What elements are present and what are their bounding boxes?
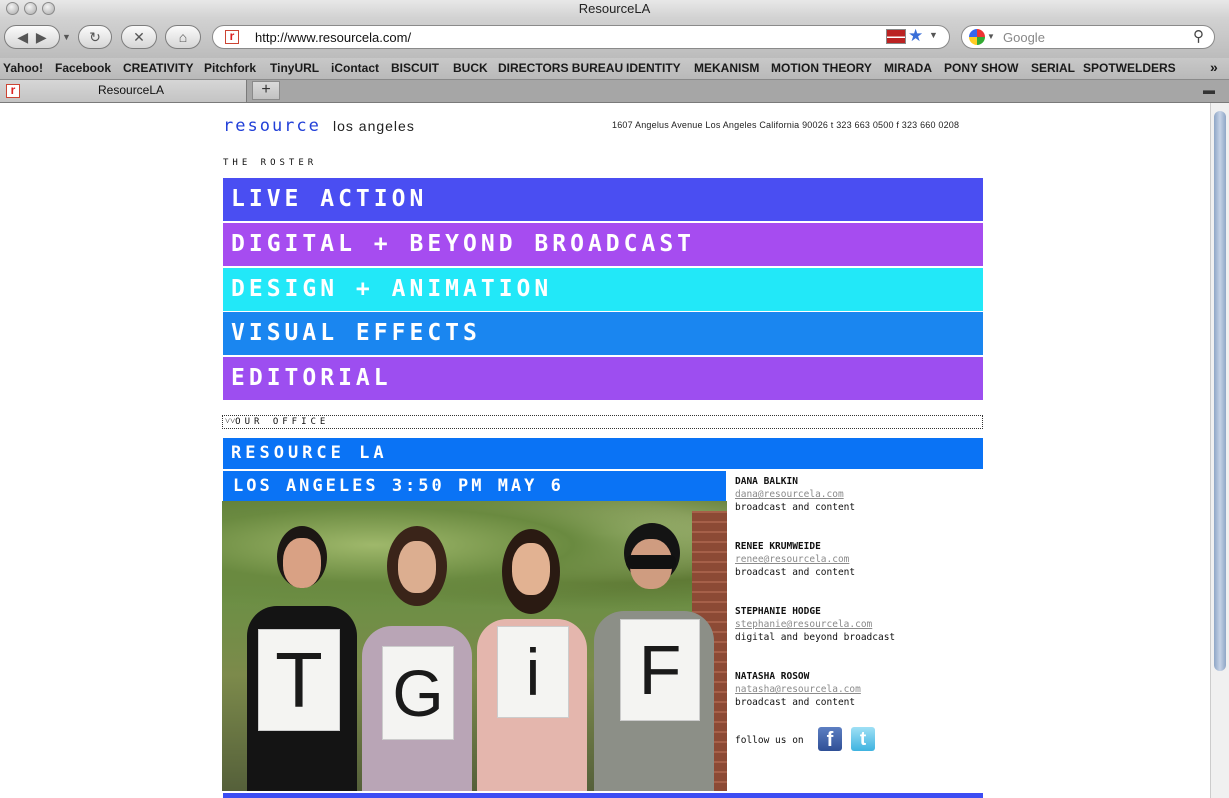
search-placeholder[interactable]: Google xyxy=(1003,30,1045,45)
bookmark-yahoo[interactable]: Yahoo! xyxy=(3,61,43,75)
sign-letter-i: i xyxy=(497,626,569,718)
home-icon: ⌂ xyxy=(178,29,188,45)
history-chevron-icon[interactable]: ▼ xyxy=(62,32,71,42)
contact-email-link[interactable]: dana@resourcela.com xyxy=(735,488,855,501)
window-title-bar: ResourceLA xyxy=(0,0,1229,18)
back-arrow-icon[interactable]: ◀ xyxy=(17,29,28,45)
site-logo[interactable]: resource xyxy=(223,116,321,136)
tab-resourcela[interactable]: r ResourceLA xyxy=(0,80,247,102)
next-section-band xyxy=(223,793,983,798)
roster-design-animation[interactable]: DESIGN + ANIMATION xyxy=(223,268,983,311)
tab-list-icon[interactable]: ▬ xyxy=(1203,83,1215,97)
contact-name: NATASHA ROSOW xyxy=(735,671,810,682)
zoom-window-icon[interactable] xyxy=(42,2,55,15)
sign-letter-f: F xyxy=(620,619,700,721)
contact-renee-krumweide: RENEE KRUMWEIDE renee@resourcela.com bro… xyxy=(735,540,855,579)
contact-email-link[interactable]: renee@resourcela.com xyxy=(735,553,855,566)
site-favicon-icon: r xyxy=(225,30,239,44)
tab-bar: r ResourceLA + ▬ xyxy=(0,80,1229,103)
office-team-photo: T G i F xyxy=(222,501,727,791)
bookmark-mekanism[interactable]: MEKANISM xyxy=(694,61,759,75)
contact-name: RENEE KRUMWEIDE xyxy=(735,541,821,552)
contact-name: DANA BALKIN xyxy=(735,476,798,487)
bookmark-mirada[interactable]: MIRADA xyxy=(884,61,932,75)
address-bar[interactable]: r http://www.resourcela.com/ ★ ▼ xyxy=(212,25,950,49)
scrollbar-thumb[interactable] xyxy=(1214,111,1226,671)
browser-toolbar: ◀ ▶ ▼ ↻ ✕ ⌂ r http://www.resourcela.com/… xyxy=(0,18,1229,58)
bookmark-motion-theory[interactable]: MOTION THEORY xyxy=(771,61,872,75)
sunglasses-icon xyxy=(626,555,676,569)
chevron-down-icon: ˅˅ xyxy=(225,417,236,427)
bookmark-pony-show[interactable]: PONY SHOW xyxy=(944,61,1018,75)
contact-role: digital and beyond broadcast xyxy=(735,632,896,643)
bookmark-serial[interactable]: SERIAL xyxy=(1031,61,1075,75)
contact-role: broadcast and content xyxy=(735,697,856,708)
search-icon[interactable]: ⚲ xyxy=(1193,27,1204,45)
bookmark-identity[interactable]: IDENTITY xyxy=(626,61,681,75)
url-text[interactable]: http://www.resourcela.com/ xyxy=(255,30,411,45)
search-engine-chevron-icon[interactable]: ▼ xyxy=(987,32,995,41)
contact-dana-balkin: DANA BALKIN dana@resourcela.com broadcas… xyxy=(735,475,855,514)
local-time-banner: LOS ANGELES 3:50 PM MAY 6 xyxy=(223,471,726,501)
site-logo-subtitle: los angeles xyxy=(333,118,415,134)
roster-editorial[interactable]: EDITORIAL xyxy=(223,357,983,400)
reload-icon: ↻ xyxy=(89,29,101,45)
new-tab-button[interactable]: + xyxy=(252,81,280,100)
contact-role: broadcast and content xyxy=(735,502,856,513)
vertical-scrollbar[interactable] xyxy=(1210,103,1229,798)
contact-role: broadcast and content xyxy=(735,567,856,578)
our-office-toggle[interactable]: ˅˅OUR OFFICE xyxy=(222,415,983,429)
window-title: ResourceLA xyxy=(578,1,651,16)
flag-icon xyxy=(886,29,906,44)
our-office-label: OUR OFFICE xyxy=(235,417,330,427)
bookmarks-bar: Yahoo! Facebook CREATIVITY Pitchfork Tin… xyxy=(0,58,1229,80)
home-button[interactable]: ⌂ xyxy=(165,25,201,49)
facebook-icon[interactable]: f xyxy=(818,727,842,751)
sign-letter-t: T xyxy=(258,629,340,731)
close-window-icon[interactable] xyxy=(6,2,19,15)
bookmark-facebook[interactable]: Facebook xyxy=(55,61,111,75)
bookmark-spotwelders[interactable]: SPOTWELDERS xyxy=(1083,61,1176,75)
bookmarks-overflow-icon[interactable]: » xyxy=(1210,59,1218,75)
contact-natasha-rosow: NATASHA ROSOW natasha@resourcela.com bro… xyxy=(735,670,861,709)
contact-name: STEPHANIE HODGE xyxy=(735,606,821,617)
office-name-banner: RESOURCE LA xyxy=(223,438,983,469)
contact-stephanie-hodge: STEPHANIE HODGE stephanie@resourcela.com… xyxy=(735,605,895,644)
contact-email-link[interactable]: natasha@resourcela.com xyxy=(735,683,861,696)
url-dropdown-icon[interactable]: ▼ xyxy=(929,30,938,40)
bookmark-directors-bureau[interactable]: DIRECTORS BUREAU xyxy=(498,61,623,75)
roster-heading: THE ROSTER xyxy=(223,158,318,168)
bookmark-icontact[interactable]: iContact xyxy=(331,61,379,75)
stop-icon: ✕ xyxy=(133,29,145,45)
company-address: 1607 Angelus Avenue Los Angeles Californ… xyxy=(612,120,960,130)
contact-email-link[interactable]: stephanie@resourcela.com xyxy=(735,618,895,631)
roster-digital-beyond-broadcast[interactable]: DIGITAL + BEYOND BROADCAST xyxy=(223,223,983,266)
tab-title[interactable]: ResourceLA xyxy=(98,83,164,97)
bookmark-creativity[interactable]: CREATIVITY xyxy=(123,61,193,75)
bookmark-tinyurl[interactable]: TinyURL xyxy=(270,61,319,75)
tab-favicon-icon: r xyxy=(6,84,20,98)
follow-us-label: follow us on xyxy=(735,735,804,746)
bookmark-pitchfork[interactable]: Pitchfork xyxy=(204,61,256,75)
reload-button[interactable]: ↻ xyxy=(78,25,112,49)
back-forward-buttons[interactable]: ◀ ▶ xyxy=(4,25,60,49)
roster-live-action[interactable]: LIVE ACTION xyxy=(223,178,983,221)
bookmark-biscuit[interactable]: BISCUIT xyxy=(391,61,439,75)
sign-letter-g: G xyxy=(382,646,454,740)
forward-arrow-icon[interactable]: ▶ xyxy=(36,29,47,45)
minimize-window-icon[interactable] xyxy=(24,2,37,15)
google-logo-icon[interactable] xyxy=(969,29,985,45)
stop-button[interactable]: ✕ xyxy=(121,25,157,49)
bookmark-buck[interactable]: BUCK xyxy=(453,61,488,75)
search-field[interactable]: ▼ Google ⚲ xyxy=(961,25,1215,49)
roster-visual-effects[interactable]: VISUAL EFFECTS xyxy=(223,312,983,355)
bookmark-star-icon[interactable]: ★ xyxy=(908,26,923,46)
twitter-icon[interactable]: t xyxy=(851,727,875,751)
